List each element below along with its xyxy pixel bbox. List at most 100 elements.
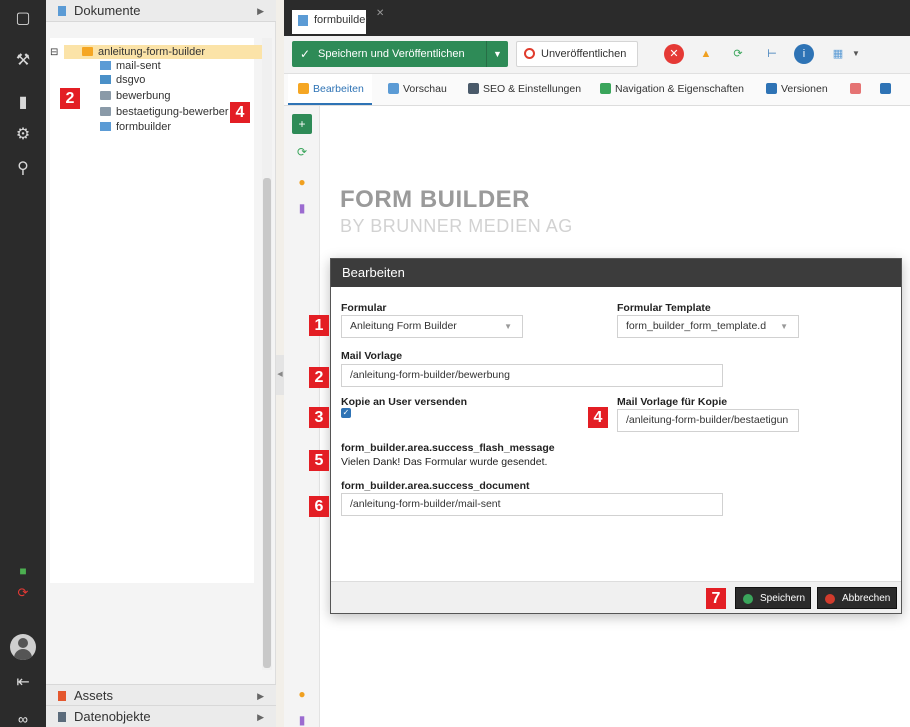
tree-node-label: anleitung-form-builder — [98, 46, 205, 58]
panel-collapse-handle[interactable]: ◀ — [276, 355, 284, 395]
mail-template-input[interactable]: /anleitung-form-builder/bewerbung — [341, 364, 723, 387]
tab-schedule[interactable] — [850, 74, 865, 105]
lightbulb-icon[interactable]: ● — [292, 684, 312, 704]
documents-panel-header[interactable]: Dokumente ▶ — [46, 0, 276, 22]
tab-label: Vorschau — [403, 83, 447, 95]
page-title: FORM BUILDER — [340, 186, 530, 213]
unpublish-label: Unveröffentlichen — [541, 48, 627, 60]
close-icon[interactable]: ✕ — [376, 8, 384, 19]
calendar-icon — [850, 83, 861, 94]
tab-navigation-properties[interactable]: Navigation & Eigenschaften — [600, 74, 744, 105]
mail-template-label: Mail Vorlage — [341, 350, 403, 362]
chevron-down-icon[interactable]: ▼ — [846, 44, 866, 64]
reload-icon[interactable]: ⟳ — [292, 142, 312, 162]
tab-formbuilder[interactable]: formbuilder — [292, 10, 370, 34]
image-icon — [58, 691, 66, 701]
tree-node-root[interactable]: anleitung-form-builder — [64, 45, 270, 59]
chat-icon[interactable]: ■ — [12, 560, 34, 582]
objects-panel-title: Datenobjekte — [74, 709, 151, 724]
tab-label: Bearbeiten — [313, 83, 364, 95]
editor-tab-bar: formbuilder ✕ — [284, 0, 910, 38]
publish-label: Speichern und Veröffentlichen — [318, 48, 465, 60]
assets-panel-header[interactable]: Assets ▶ — [46, 684, 276, 706]
save-label: Speichern — [760, 593, 806, 604]
scrollbar-thumb[interactable] — [263, 178, 271, 668]
email-icon — [100, 91, 111, 100]
save-button[interactable]: Speichern — [735, 587, 811, 609]
check-icon — [743, 594, 753, 604]
refresh-icon[interactable]: ⟳ — [12, 582, 34, 604]
assets-panel-title: Assets — [74, 688, 114, 703]
tree-locate-icon[interactable]: ⊢ — [762, 44, 782, 64]
tree-node-bewerbung[interactable]: bewerbung — [100, 89, 170, 103]
trash-icon[interactable]: ▮ — [292, 710, 312, 727]
objects-panel-header[interactable]: Datenobjekte ▶ — [46, 706, 276, 727]
lightbulb-icon[interactable]: ● — [292, 172, 312, 192]
template-label: Formular Template — [617, 302, 711, 314]
collapse-icon[interactable]: ⊟ — [50, 46, 60, 60]
add-icon[interactable]: + — [292, 114, 312, 134]
tree-node-dsgvo[interactable]: dsgvo — [100, 73, 145, 87]
dialog-footer: Speichern Abbrechen — [331, 581, 901, 613]
cancel-button[interactable]: Abbrechen — [817, 587, 897, 609]
copy-to-user-checkbox[interactable]: ✓ — [341, 408, 351, 418]
documents-panel-title: Dokumente — [74, 3, 141, 18]
preview-icon — [388, 83, 399, 94]
tab-versions[interactable]: Versionen — [766, 74, 828, 105]
delete-icon[interactable]: ✕ — [664, 44, 684, 64]
avatar[interactable] — [10, 634, 36, 660]
tab-label: Navigation & Eigenschaften — [615, 83, 744, 95]
formular-value: Anleitung Form Builder — [350, 320, 457, 332]
copy-mail-template-label: Mail Vorlage für Kopie — [617, 396, 728, 408]
bar-chart-icon[interactable]: ▮ — [12, 92, 34, 114]
tree-node-label: formbuilder — [116, 121, 172, 133]
logout-icon[interactable]: ⇤ — [12, 672, 34, 694]
tree-node-label: mail-sent — [116, 60, 161, 72]
translation-icon[interactable]: ▦ — [828, 44, 848, 64]
pencil-icon — [298, 83, 309, 94]
tab-label: formbuilder — [314, 14, 370, 26]
info-icon[interactable]: i — [794, 44, 814, 64]
callout-badge: 2 — [60, 88, 80, 109]
tab-dependencies[interactable] — [880, 74, 895, 105]
document-icon[interactable]: ▢ — [12, 8, 34, 30]
navigation-icon — [600, 83, 611, 94]
tab-label: SEO & Einstellungen — [483, 83, 582, 95]
chevron-down-icon[interactable]: ▼ — [486, 41, 508, 67]
cancel-label: Abbrechen — [842, 593, 891, 604]
formular-label: Formular — [341, 302, 387, 314]
tab-edit[interactable]: Bearbeiten — [288, 74, 372, 105]
folder-icon — [82, 47, 93, 56]
search-icon[interactable]: ⚲ — [12, 158, 34, 180]
trash-icon[interactable]: ▮ — [292, 198, 312, 218]
success-document-input[interactable]: /anleitung-form-builder/mail-sent — [341, 493, 723, 516]
copy-to-user-label: Kopie an User versenden — [341, 396, 468, 408]
wrench-icon[interactable]: ⚒ — [12, 50, 34, 72]
chevron-right-icon: ▶ — [257, 712, 264, 722]
tab-label: Versionen — [781, 83, 828, 95]
tree-node-label: dsgvo — [116, 74, 146, 86]
tree-scrollbar[interactable] — [262, 38, 272, 670]
tab-preview[interactable]: Vorschau — [388, 74, 447, 105]
gear-icon[interactable]: ⚙ — [12, 124, 34, 146]
paint-icon[interactable]: ▲ — [696, 44, 716, 64]
tab-seo-settings[interactable]: SEO & Einstellungen — [468, 74, 581, 105]
tree-node-mail-sent[interactable]: mail-sent — [100, 59, 161, 73]
brand-logo: ∞ — [18, 711, 28, 727]
template-select[interactable]: form_builder_form_template.d ▼ — [617, 315, 799, 338]
document-icon — [298, 15, 308, 26]
callout-badge: 1 — [309, 315, 329, 336]
chevron-right-icon: ▶ — [257, 6, 264, 16]
cancel-icon — [825, 594, 835, 604]
callout-badge: 5 — [309, 450, 329, 471]
email-icon — [100, 107, 111, 116]
save-and-publish-button[interactable]: ✓ Speichern und Veröffentlichen ▼ — [292, 41, 508, 67]
document-icon — [58, 6, 66, 16]
document-icon — [100, 122, 111, 131]
reload-icon[interactable]: ⟳ — [728, 44, 748, 64]
tree-node-bestaetigung-bewerber[interactable]: bestaetigung-bewerber — [100, 105, 229, 119]
formular-select[interactable]: Anleitung Form Builder ▼ — [341, 315, 523, 338]
unpublish-button[interactable]: Unveröffentlichen — [516, 41, 638, 67]
copy-mail-template-input[interactable]: /anleitung-form-builder/bestaetigun — [617, 409, 799, 432]
tree-node-formbuilder[interactable]: formbuilder — [100, 120, 171, 134]
